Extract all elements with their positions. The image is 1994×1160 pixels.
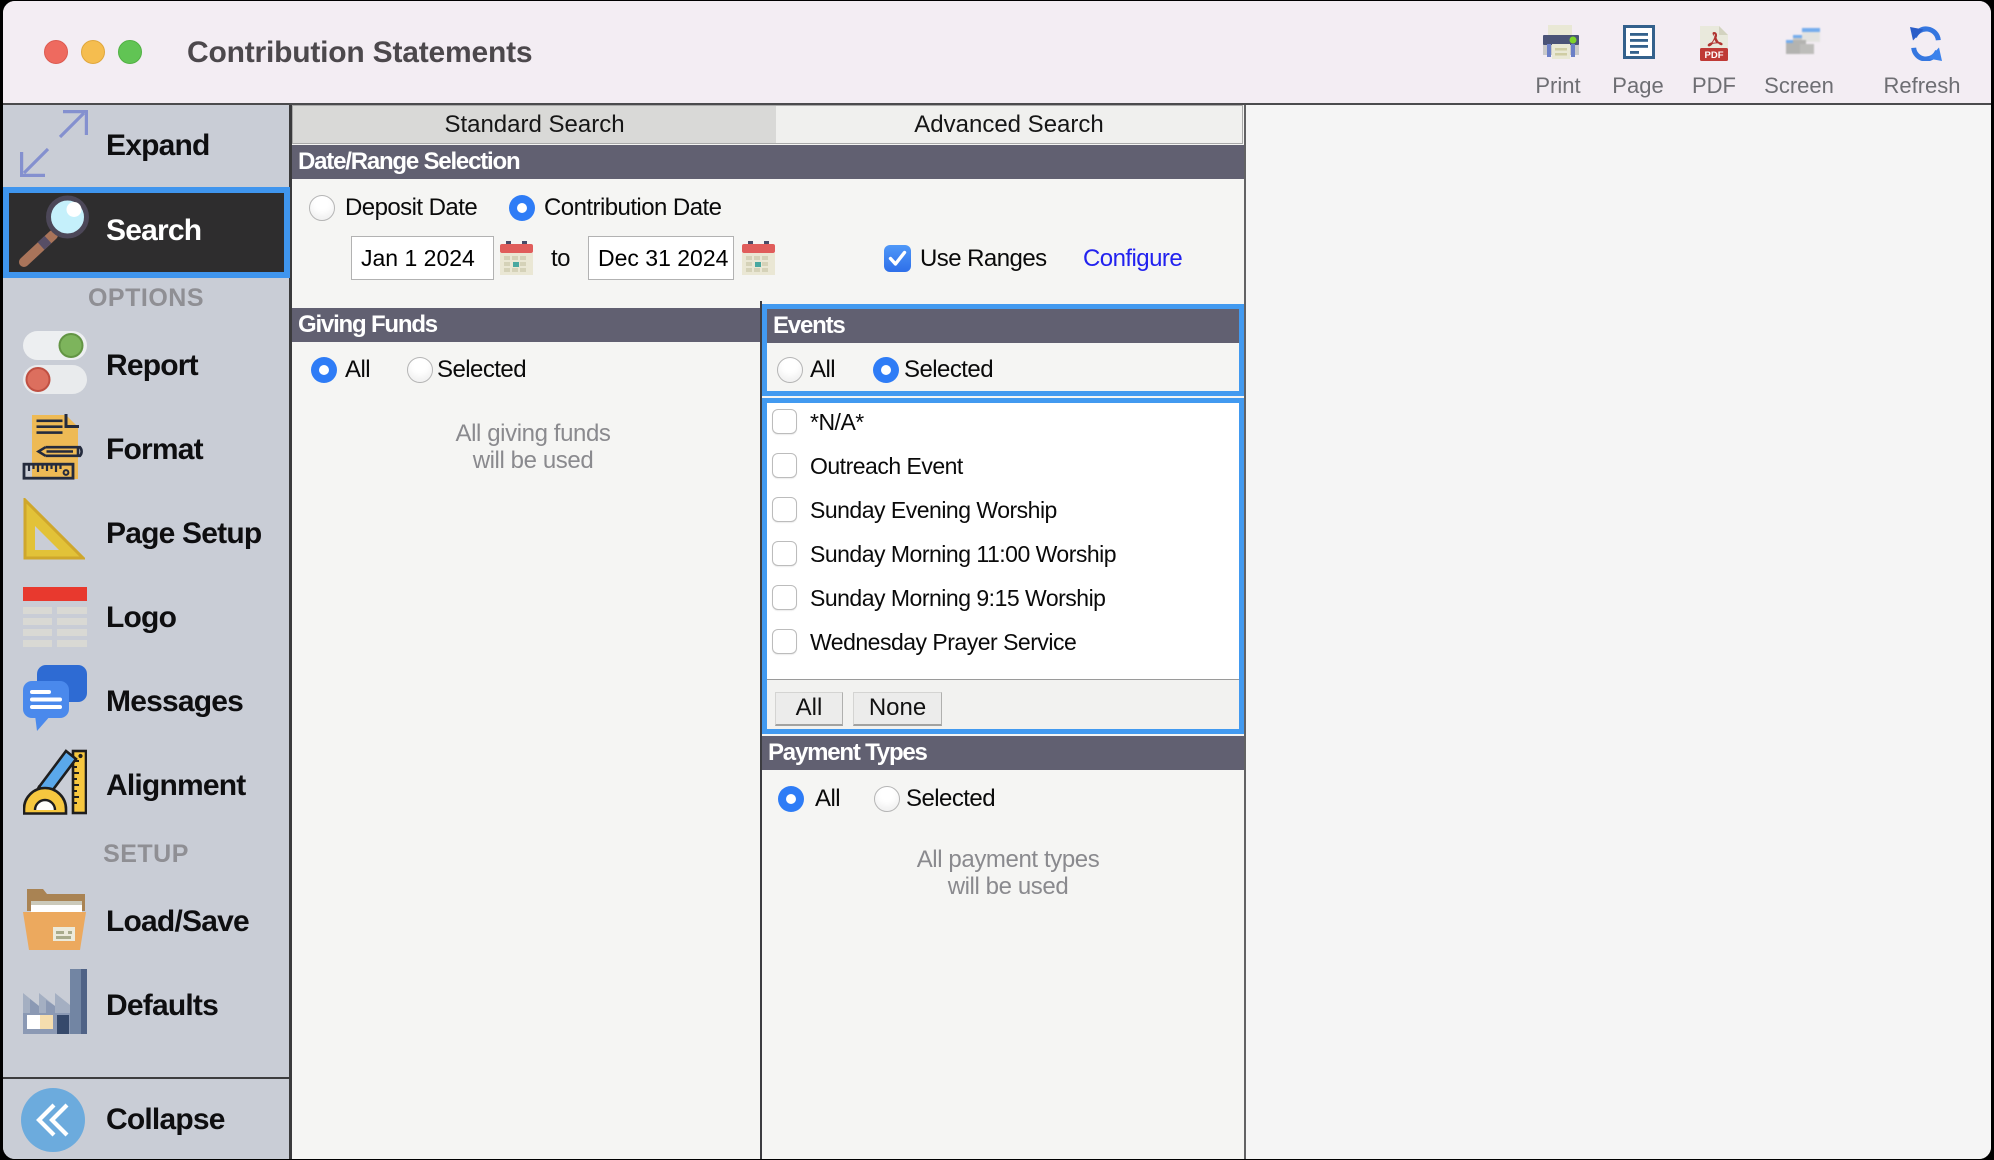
svg-text:PDF: PDF [1705, 50, 1724, 61]
